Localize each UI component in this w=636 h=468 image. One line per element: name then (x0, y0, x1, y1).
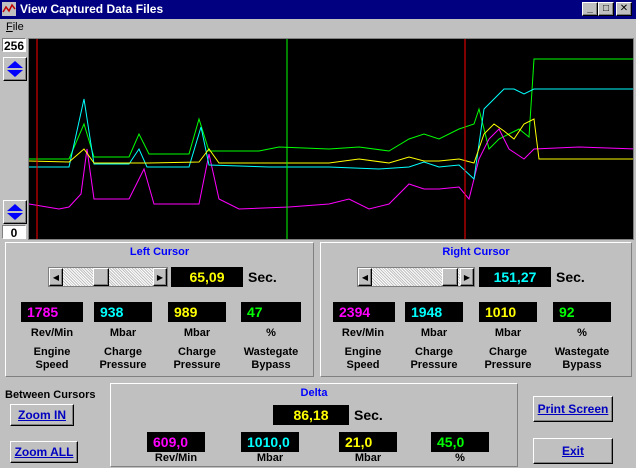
right-label-charge-2: Charge (489, 346, 527, 358)
left-unit-mbar-2: Mbar (183, 327, 211, 339)
right-unit-percent: % (577, 327, 587, 339)
slider-right-arrow[interactable]: ▶ (460, 268, 474, 286)
up-down-arrow-icon (7, 61, 23, 77)
left-label-pressure: Pressure (99, 359, 147, 371)
delta-charge-pressure-value: 1010,0 (241, 432, 299, 452)
maximize-button[interactable]: □ (598, 2, 614, 16)
left-cursor-panel: Left Cursor ◀ ▶ 65,09 Sec. 1785 938 989 … (5, 242, 314, 377)
zoom-all-button[interactable]: Zoom ALL (10, 441, 78, 463)
left-unit-percent: % (266, 327, 276, 339)
right-unit-mbar: Mbar (420, 327, 448, 339)
left-label-bypass: Bypass (251, 359, 291, 371)
right-label-charge: Charge (415, 346, 453, 358)
arrow-left-icon: ◀ (361, 272, 369, 282)
left-label-engine: Engine (33, 346, 71, 358)
right-label-pressure: Pressure (410, 359, 458, 371)
right-label-pressure-2: Pressure (484, 359, 532, 371)
menu-bar: File (0, 19, 636, 37)
left-engine-speed-value: 1785 (21, 302, 83, 322)
minimize-icon: _ (587, 3, 593, 14)
left-charge-pressure-value: 938 (94, 302, 152, 322)
right-engine-speed-value: 2394 (333, 302, 395, 322)
close-button[interactable]: ✕ (616, 2, 632, 16)
exit-button[interactable]: Exit (533, 438, 613, 464)
slider-thumb[interactable] (93, 268, 109, 286)
delta-charge-pressure-2-value: 21,0 (339, 432, 397, 452)
right-cursor-panel: Right Cursor ◀ ▶ 151,27 Sec. 2394 1948 1… (320, 242, 632, 377)
left-label-pressure-2: Pressure (173, 359, 221, 371)
arrow-right-icon: ▶ (156, 272, 164, 282)
right-unit-mbar-2: Mbar (494, 327, 522, 339)
left-unit-rev: Rev/Min (30, 327, 74, 339)
right-label-speed: Speed (346, 359, 380, 371)
arrow-left-icon: ◀ (52, 272, 60, 282)
title-bar: View Captured Data Files _ □ ✕ (0, 0, 636, 19)
left-wastegate-value: 47 (241, 302, 301, 322)
minimize-button[interactable]: _ (582, 2, 598, 16)
delta-time: 86,18 (273, 405, 349, 425)
slider-right-arrow[interactable]: ▶ (153, 268, 167, 286)
left-label-speed: Speed (35, 359, 69, 371)
delta-unit-mbar-2: Mbar (354, 452, 382, 464)
right-charge-pressure-2-value: 1010 (479, 302, 537, 322)
arrow-right-icon: ▶ (463, 272, 471, 282)
left-cursor-title: Left Cursor (129, 246, 190, 258)
plot-svg (29, 39, 633, 239)
slider-left-arrow[interactable]: ◀ (358, 268, 372, 286)
left-cursor-sec-label: Sec. (248, 269, 277, 285)
slider-left-arrow[interactable]: ◀ (49, 268, 63, 286)
zoom-in-button[interactable]: Zoom IN (10, 404, 74, 426)
delta-wastegate-value: 45,0 (431, 432, 489, 452)
app-icon (2, 2, 16, 16)
delta-unit-rev: Rev/Min (154, 452, 198, 464)
delta-unit-mbar: Mbar (256, 452, 284, 464)
print-screen-button[interactable]: Print Screen (533, 396, 613, 422)
delta-panel: Delta 86,18 Sec. 609,0 1010,0 21,0 45,0 … (110, 383, 518, 467)
right-cursor-time: 151,27 (479, 267, 551, 287)
trace-yellow (29, 118, 633, 164)
right-charge-pressure-value: 1948 (405, 302, 463, 322)
left-cursor-time: 65,09 (171, 267, 243, 287)
right-cursor-sec-label: Sec. (556, 269, 585, 285)
trace-cyan (29, 88, 633, 181)
up-down-arrow-icon (7, 204, 23, 220)
right-label-bypass: Bypass (562, 359, 602, 371)
right-cursor-title: Right Cursor (442, 246, 510, 258)
right-label-wastegate: Wastegate (554, 346, 610, 358)
maximize-icon: □ (602, 3, 610, 14)
menu-file[interactable]: File (6, 21, 24, 33)
left-unit-mbar: Mbar (109, 327, 137, 339)
window-title: View Captured Data Files (20, 2, 164, 16)
right-cursor-slider[interactable]: ◀ ▶ (357, 267, 475, 287)
slider-thumb[interactable] (442, 268, 458, 286)
scale-bottom-label: 0 (2, 225, 26, 240)
trace-magenta (29, 128, 633, 210)
right-unit-rev: Rev/Min (341, 327, 385, 339)
data-plot[interactable] (28, 38, 634, 240)
left-label-charge: Charge (104, 346, 142, 358)
scale-bottom-button[interactable] (3, 200, 27, 224)
left-label-charge-2: Charge (178, 346, 216, 358)
scale-top-label: 256 (2, 38, 26, 53)
right-wastegate-value: 92 (553, 302, 611, 322)
delta-engine-speed-value: 609,0 (147, 432, 205, 452)
right-label-engine: Engine (344, 346, 382, 358)
left-label-wastegate: Wastegate (243, 346, 299, 358)
delta-sec-label: Sec. (354, 407, 383, 423)
left-charge-pressure-2-value: 989 (168, 302, 226, 322)
delta-title: Delta (300, 387, 328, 399)
delta-unit-percent: % (455, 452, 465, 464)
left-cursor-slider[interactable]: ◀ ▶ (48, 267, 168, 287)
trace-green (29, 58, 633, 160)
between-cursors-label: Between Cursors (5, 389, 96, 401)
close-icon: ✕ (619, 3, 629, 14)
scale-top-button[interactable] (3, 57, 27, 81)
